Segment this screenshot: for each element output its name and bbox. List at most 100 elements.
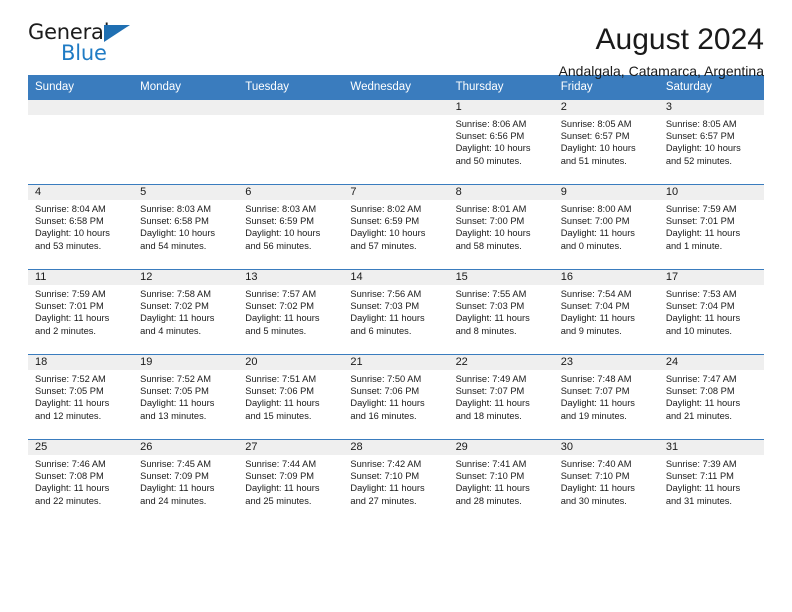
daylight-text-line2: and 31 minutes. xyxy=(665,495,732,506)
calendar-day-cell[interactable]: 7 Sunrise: 8:02 AM Sunset: 6:59 PM Daylight… xyxy=(343,184,449,270)
day-cell: 30 Sunrise: 7:40 AM Sunset: 7:10 PM Dayligh… xyxy=(553,440,659,524)
sunset-text: Sunset: 6:58 PM xyxy=(140,216,209,227)
day-number: 6 xyxy=(238,185,344,200)
calendar-day-cell xyxy=(238,99,344,185)
calendar-day-cell[interactable]: 19 Sunrise: 7:52 AM Sunset: 7:05 PM Dayligh… xyxy=(133,354,239,440)
page-title: August 2024 xyxy=(595,23,764,56)
calendar-day-cell[interactable]: 12 Sunrise: 7:58 AM Sunset: 7:02 PM Dayligh… xyxy=(133,269,239,355)
sunrise-text: Sunrise: 7:41 AM xyxy=(455,459,527,469)
calendar-day-cell[interactable]: 18 Sunrise: 7:52 AM Sunset: 7:05 PM Dayligh… xyxy=(28,354,134,440)
daylight-text-line2: and 58 minutes. xyxy=(455,240,522,251)
calendar-day-cell[interactable]: 6 Sunrise: 8:03 AM Sunset: 6:59 PM Daylight… xyxy=(238,184,344,270)
sunset-text: Sunset: 7:07 PM xyxy=(455,386,525,397)
day-details: Sunrise: 7:45 AM Sunset: 7:09 PM Daylight:… xyxy=(133,455,238,507)
calendar-day-cell[interactable]: 13 Sunrise: 7:57 AM Sunset: 7:02 PM Dayligh… xyxy=(238,269,344,355)
calendar-day-cell[interactable]: 4 Sunrise: 8:04 AM Sunset: 6:58 PM Daylight… xyxy=(28,184,134,270)
calendar-day-cell[interactable]: 29 Sunrise: 7:41 AM Sunset: 7:10 PM Dayligh… xyxy=(448,439,554,524)
day-details: Sunrise: 7:59 AM Sunset: 7:01 PM Daylight:… xyxy=(28,285,133,337)
calendar-day-cell[interactable]: 31 Sunrise: 7:39 AM Sunset: 7:11 PM Dayligh… xyxy=(658,439,764,524)
day-number xyxy=(343,100,449,115)
daylight-text-line1: Daylight: 10 hours xyxy=(35,228,110,239)
daylight-text-line1: Daylight: 11 hours xyxy=(665,228,741,239)
calendar-day-cell[interactable]: 27 Sunrise: 7:44 AM Sunset: 7:09 PM Dayligh… xyxy=(238,439,344,524)
day-cell-empty xyxy=(238,100,344,184)
sunrise-text: Sunrise: 7:47 AM xyxy=(665,374,737,384)
sunset-text: Sunset: 7:06 PM xyxy=(245,386,315,397)
sunset-text: Sunset: 7:00 PM xyxy=(455,216,525,227)
calendar-day-cell[interactable]: 5 Sunrise: 8:03 AM Sunset: 6:58 PM Daylight… xyxy=(133,184,239,270)
day-number: 14 xyxy=(343,270,449,285)
daylight-text-line1: Daylight: 11 hours xyxy=(140,483,215,494)
triangle-icon xyxy=(104,25,130,42)
sunrise-text: Sunrise: 8:04 AM xyxy=(35,204,106,214)
calendar-day-cell[interactable]: 22 Sunrise: 7:49 AM Sunset: 7:07 PM Dayligh… xyxy=(448,354,554,440)
calendar-day-cell[interactable]: 14 Sunrise: 7:56 AM Sunset: 7:03 PM Dayligh… xyxy=(343,269,449,355)
calendar-day-cell[interactable]: 1 Sunrise: 8:06 AM Sunset: 6:56 PM Daylight… xyxy=(448,99,554,185)
sunset-text: Sunset: 6:56 PM xyxy=(455,131,525,142)
calendar-day-cell[interactable]: 24 Sunrise: 7:47 AM Sunset: 7:08 PM Dayligh… xyxy=(658,354,764,440)
day-details: Sunrise: 8:01 AM Sunset: 7:00 PM Daylight:… xyxy=(449,200,554,252)
calendar-day-cell[interactable]: 26 Sunrise: 7:45 AM Sunset: 7:09 PM Dayligh… xyxy=(133,439,239,524)
calendar-day-cell[interactable]: 8 Sunrise: 8:01 AM Sunset: 7:00 PM Daylight… xyxy=(448,184,554,270)
day-details: Sunrise: 8:06 AM Sunset: 6:56 PM Daylight:… xyxy=(449,115,554,167)
day-details: Sunrise: 7:57 AM Sunset: 7:02 PM Daylight:… xyxy=(238,285,343,337)
daylight-text-line1: Daylight: 11 hours xyxy=(350,483,425,494)
day-number xyxy=(28,100,134,115)
calendar-day-cell[interactable]: 10 Sunrise: 7:59 AM Sunset: 7:01 PM Dayligh… xyxy=(658,184,764,270)
calendar-day-cell[interactable]: 9 Sunrise: 8:00 AM Sunset: 7:00 PM Daylight… xyxy=(553,184,659,270)
daylight-text-line2: and 16 minutes. xyxy=(350,410,417,421)
day-number: 5 xyxy=(133,185,239,200)
calendar-day-cell[interactable]: 2 Sunrise: 8:05 AM Sunset: 6:57 PM Daylight… xyxy=(553,99,659,185)
sunset-text: Sunset: 7:03 PM xyxy=(455,301,525,312)
sunset-text: Sunset: 7:05 PM xyxy=(35,386,104,397)
sunset-text: Sunset: 7:10 PM xyxy=(560,471,630,482)
day-number: 24 xyxy=(658,355,764,370)
day-cell: 11 Sunrise: 7:59 AM Sunset: 7:01 PM Dayligh… xyxy=(28,270,134,354)
calendar-day-cell[interactable]: 20 Sunrise: 7:51 AM Sunset: 7:06 PM Dayligh… xyxy=(238,354,344,440)
calendar-day-cell[interactable]: 21 Sunrise: 7:50 AM Sunset: 7:06 PM Dayligh… xyxy=(343,354,449,440)
day-number: 3 xyxy=(658,100,764,115)
calendar-day-cell[interactable]: 3 Sunrise: 8:05 AM Sunset: 6:57 PM Daylight… xyxy=(658,99,764,185)
general-blue-logo: General Blue xyxy=(28,22,148,74)
sunset-text: Sunset: 7:10 PM xyxy=(455,471,525,482)
day-cell-empty xyxy=(133,100,239,184)
calendar-day-cell[interactable]: 15 Sunrise: 7:55 AM Sunset: 7:03 PM Dayligh… xyxy=(448,269,554,355)
daylight-text-line1: Daylight: 11 hours xyxy=(665,483,741,494)
calendar-day-cell[interactable]: 23 Sunrise: 7:48 AM Sunset: 7:07 PM Dayligh… xyxy=(553,354,659,440)
calendar-day-cell[interactable]: 25 Sunrise: 7:46 AM Sunset: 7:08 PM Dayligh… xyxy=(28,439,134,524)
calendar-body: 1 Sunrise: 8:06 AM Sunset: 6:56 PM Daylight… xyxy=(28,99,764,524)
day-number: 19 xyxy=(133,355,239,370)
calendar-day-cell[interactable]: 11 Sunrise: 7:59 AM Sunset: 7:01 PM Dayligh… xyxy=(28,269,134,355)
logo-text-general: General xyxy=(28,20,110,44)
sunrise-text: Sunrise: 7:58 AM xyxy=(140,289,211,299)
day-number: 1 xyxy=(448,100,554,115)
daylight-text-line2: and 57 minutes. xyxy=(350,240,417,251)
calendar-week-row: 1 Sunrise: 8:06 AM Sunset: 6:56 PM Daylight… xyxy=(28,99,764,185)
sunrise-text: Sunrise: 7:57 AM xyxy=(245,289,317,299)
day-cell: 6 Sunrise: 8:03 AM Sunset: 6:59 PM Daylight… xyxy=(238,185,344,269)
day-number: 13 xyxy=(238,270,344,285)
sunrise-text: Sunrise: 7:44 AM xyxy=(245,459,317,469)
day-number: 8 xyxy=(448,185,554,200)
calendar-day-cell[interactable]: 16 Sunrise: 7:54 AM Sunset: 7:04 PM Dayligh… xyxy=(553,269,659,355)
calendar-week-row: 18 Sunrise: 7:52 AM Sunset: 7:05 PM Dayligh… xyxy=(28,354,764,440)
calendar-day-cell[interactable]: 17 Sunrise: 7:53 AM Sunset: 7:04 PM Dayligh… xyxy=(658,269,764,355)
day-number: 11 xyxy=(28,270,134,285)
day-details: Sunrise: 7:41 AM Sunset: 7:10 PM Daylight:… xyxy=(449,455,554,507)
sunrise-text: Sunrise: 8:03 AM xyxy=(245,204,317,214)
daylight-text-line2: and 21 minutes. xyxy=(665,410,732,421)
day-cell: 28 Sunrise: 7:42 AM Sunset: 7:10 PM Dayligh… xyxy=(343,440,449,524)
day-number: 26 xyxy=(133,440,239,455)
day-cell: 20 Sunrise: 7:51 AM Sunset: 7:06 PM Dayligh… xyxy=(238,355,344,439)
calendar-day-cell[interactable]: 28 Sunrise: 7:42 AM Sunset: 7:10 PM Dayligh… xyxy=(343,439,449,524)
sunrise-text: Sunrise: 7:39 AM xyxy=(665,459,737,469)
calendar-day-cell[interactable]: 30 Sunrise: 7:40 AM Sunset: 7:10 PM Dayligh… xyxy=(553,439,659,524)
daylight-text-line2: and 27 minutes. xyxy=(350,495,417,506)
weekday-header-thursday: Thursday xyxy=(448,75,554,100)
day-cell: 14 Sunrise: 7:56 AM Sunset: 7:03 PM Dayligh… xyxy=(343,270,449,354)
daylight-text-line1: Daylight: 10 hours xyxy=(455,228,531,239)
daylight-text-line2: and 9 minutes. xyxy=(560,325,622,336)
day-details: Sunrise: 7:49 AM Sunset: 7:07 PM Daylight:… xyxy=(449,370,554,422)
sunset-text: Sunset: 7:10 PM xyxy=(350,471,420,482)
day-cell: 5 Sunrise: 8:03 AM Sunset: 6:58 PM Daylight… xyxy=(133,185,239,269)
